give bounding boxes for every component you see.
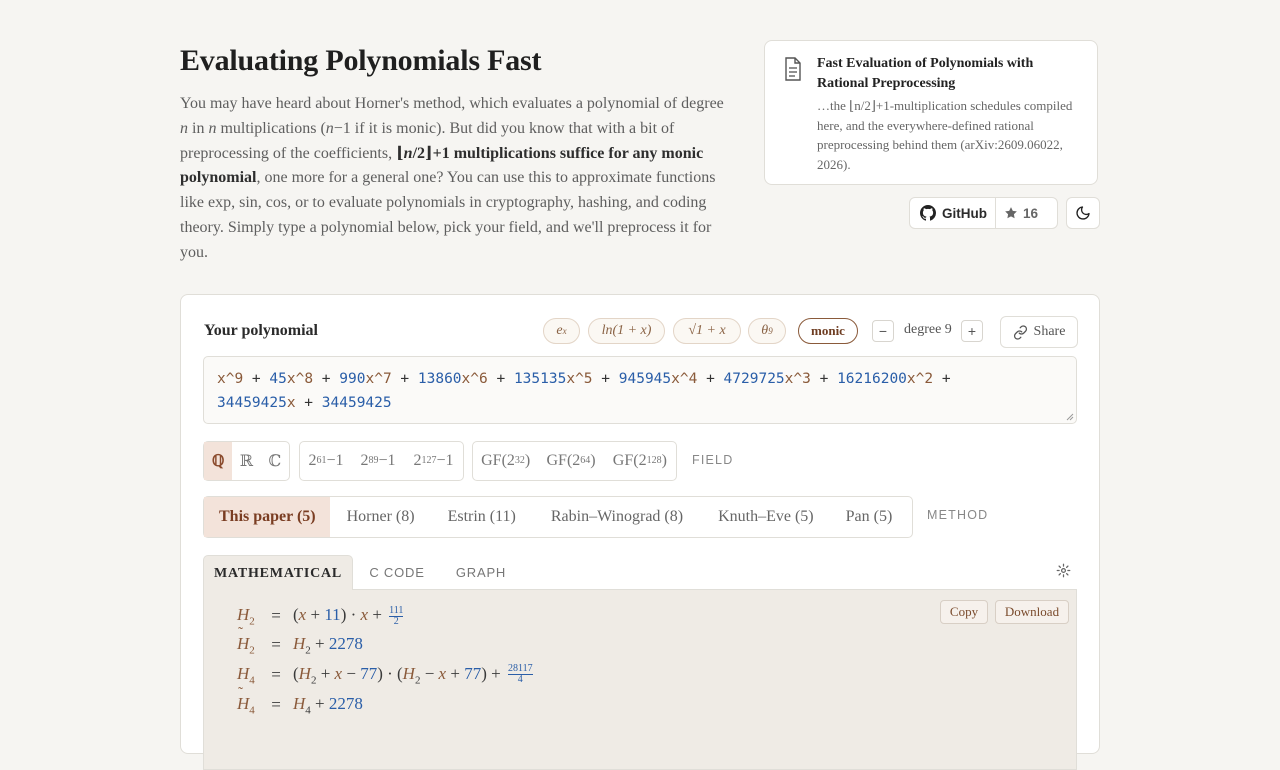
math-output: Copy Download H2 = (x + 11) · x + 111 2 ˜… (203, 590, 1077, 770)
intro-paragraph: You may have heard about Horner's method… (180, 95, 724, 261)
field-label: FIELD (692, 453, 734, 467)
equation-row: H2 = (x + 11) · x + 111 2 (237, 604, 404, 628)
polynomial-panel: Your polynomial ex ln(1 + x) √1 + x θ9 m… (180, 294, 1100, 770)
output-tabs: MATHEMATICAL C CODE GRAPH (203, 555, 1077, 591)
preset-ln[interactable]: ln(1 + x) (588, 318, 665, 344)
preset-sqrt[interactable]: √1 + x (673, 318, 741, 344)
tab-c-code[interactable]: C CODE (369, 555, 425, 590)
paper-excerpt: …the ⌊n/2⌋+1-multiplication schedules co… (817, 98, 1073, 172)
document-icon (785, 57, 801, 81)
fraction: 28117 4 (507, 663, 533, 686)
monic-toggle[interactable]: monic (798, 318, 858, 344)
equation-row: ˜ H4 = H4 + 2278 (237, 684, 363, 717)
field-reals[interactable]: ℝ (232, 442, 260, 480)
copy-button[interactable]: Copy (940, 600, 988, 624)
field-group-gf: GF(2 32) GF(2 64) GF(2 128) (472, 441, 677, 481)
equation-row: H4 = (H2 + x − 77) · (H2 − x + 77) + 281… (237, 663, 533, 687)
polynomial-input[interactable]: x^9 + 45x^8 + 990x^7 + 13860x^6 + 135135… (203, 356, 1077, 424)
github-link[interactable]: GitHub (910, 198, 996, 228)
method-knuth-eve[interactable]: Knuth–Eve (5) (701, 497, 830, 537)
method-selector: This paper (5) Horner (8) Estrin (11) Ra… (203, 496, 913, 538)
github-icon (920, 205, 936, 221)
download-button[interactable]: Download (995, 600, 1069, 624)
github-label: GitHub (942, 205, 987, 221)
moon-icon (1076, 206, 1090, 220)
link-icon (1013, 324, 1027, 340)
method-horner[interactable]: Horner (8) (330, 497, 431, 537)
method-rabin-winograd[interactable]: Rabin–Winograd (8) (533, 497, 701, 537)
field-prime-127[interactable]: 2 127 −1 (404, 442, 463, 480)
paper-title[interactable]: Fast Evaluation of Polynomials with Rati… (817, 54, 1087, 94)
github-stars[interactable]: 16 (996, 198, 1046, 228)
method-estrin[interactable]: Estrin (11) (431, 497, 533, 537)
degree-label: degree 9 (904, 322, 952, 337)
tab-graph[interactable]: GRAPH (455, 555, 507, 590)
share-button[interactable]: Share (1000, 316, 1078, 348)
page-title: Evaluating Polynomials Fast (180, 44, 542, 77)
preset-exp[interactable]: ex (543, 318, 580, 344)
polynomial-label: Your polynomial (204, 322, 318, 339)
field-group-basic: ℚ ℝ ℂ (203, 441, 290, 481)
field-group-primes: 2 61 −1 2 89 −1 2 127 −1 (299, 441, 464, 481)
method-label: METHOD (927, 508, 989, 522)
field-gf-128[interactable]: GF(2 128) (604, 442, 676, 480)
star-icon (1005, 207, 1017, 219)
theme-toggle-button[interactable] (1066, 197, 1100, 229)
field-complex[interactable]: ℂ (261, 442, 289, 480)
github-button[interactable]: GitHub 16 (909, 197, 1058, 229)
tab-mathematical[interactable]: MATHEMATICAL (203, 555, 353, 591)
paper-card[interactable]: Fast Evaluation of Polynomials with Rati… (764, 40, 1098, 185)
degree-increase-button[interactable]: + (961, 320, 983, 342)
preset-theta[interactable]: θ9 (748, 318, 786, 344)
field-gf-32[interactable]: GF(2 32) (473, 442, 538, 480)
field-prime-61[interactable]: 2 61 −1 (300, 442, 352, 480)
field-gf-64[interactable]: GF(2 64) (538, 442, 603, 480)
gear-icon[interactable] (1056, 563, 1071, 578)
fraction: 111 2 (389, 604, 404, 627)
star-count: 16 (1023, 205, 1039, 221)
resize-grip-icon[interactable] (1066, 413, 1074, 421)
method-pan[interactable]: Pan (5) (830, 497, 908, 537)
method-this-paper[interactable]: This paper (5) (204, 497, 330, 537)
field-rationals[interactable]: ℚ (204, 442, 233, 480)
equation-row: ˜ H2 = H2 + 2278 (237, 624, 363, 657)
field-prime-89[interactable]: 2 89 −1 (352, 442, 404, 480)
degree-decrease-button[interactable]: − (872, 320, 894, 342)
